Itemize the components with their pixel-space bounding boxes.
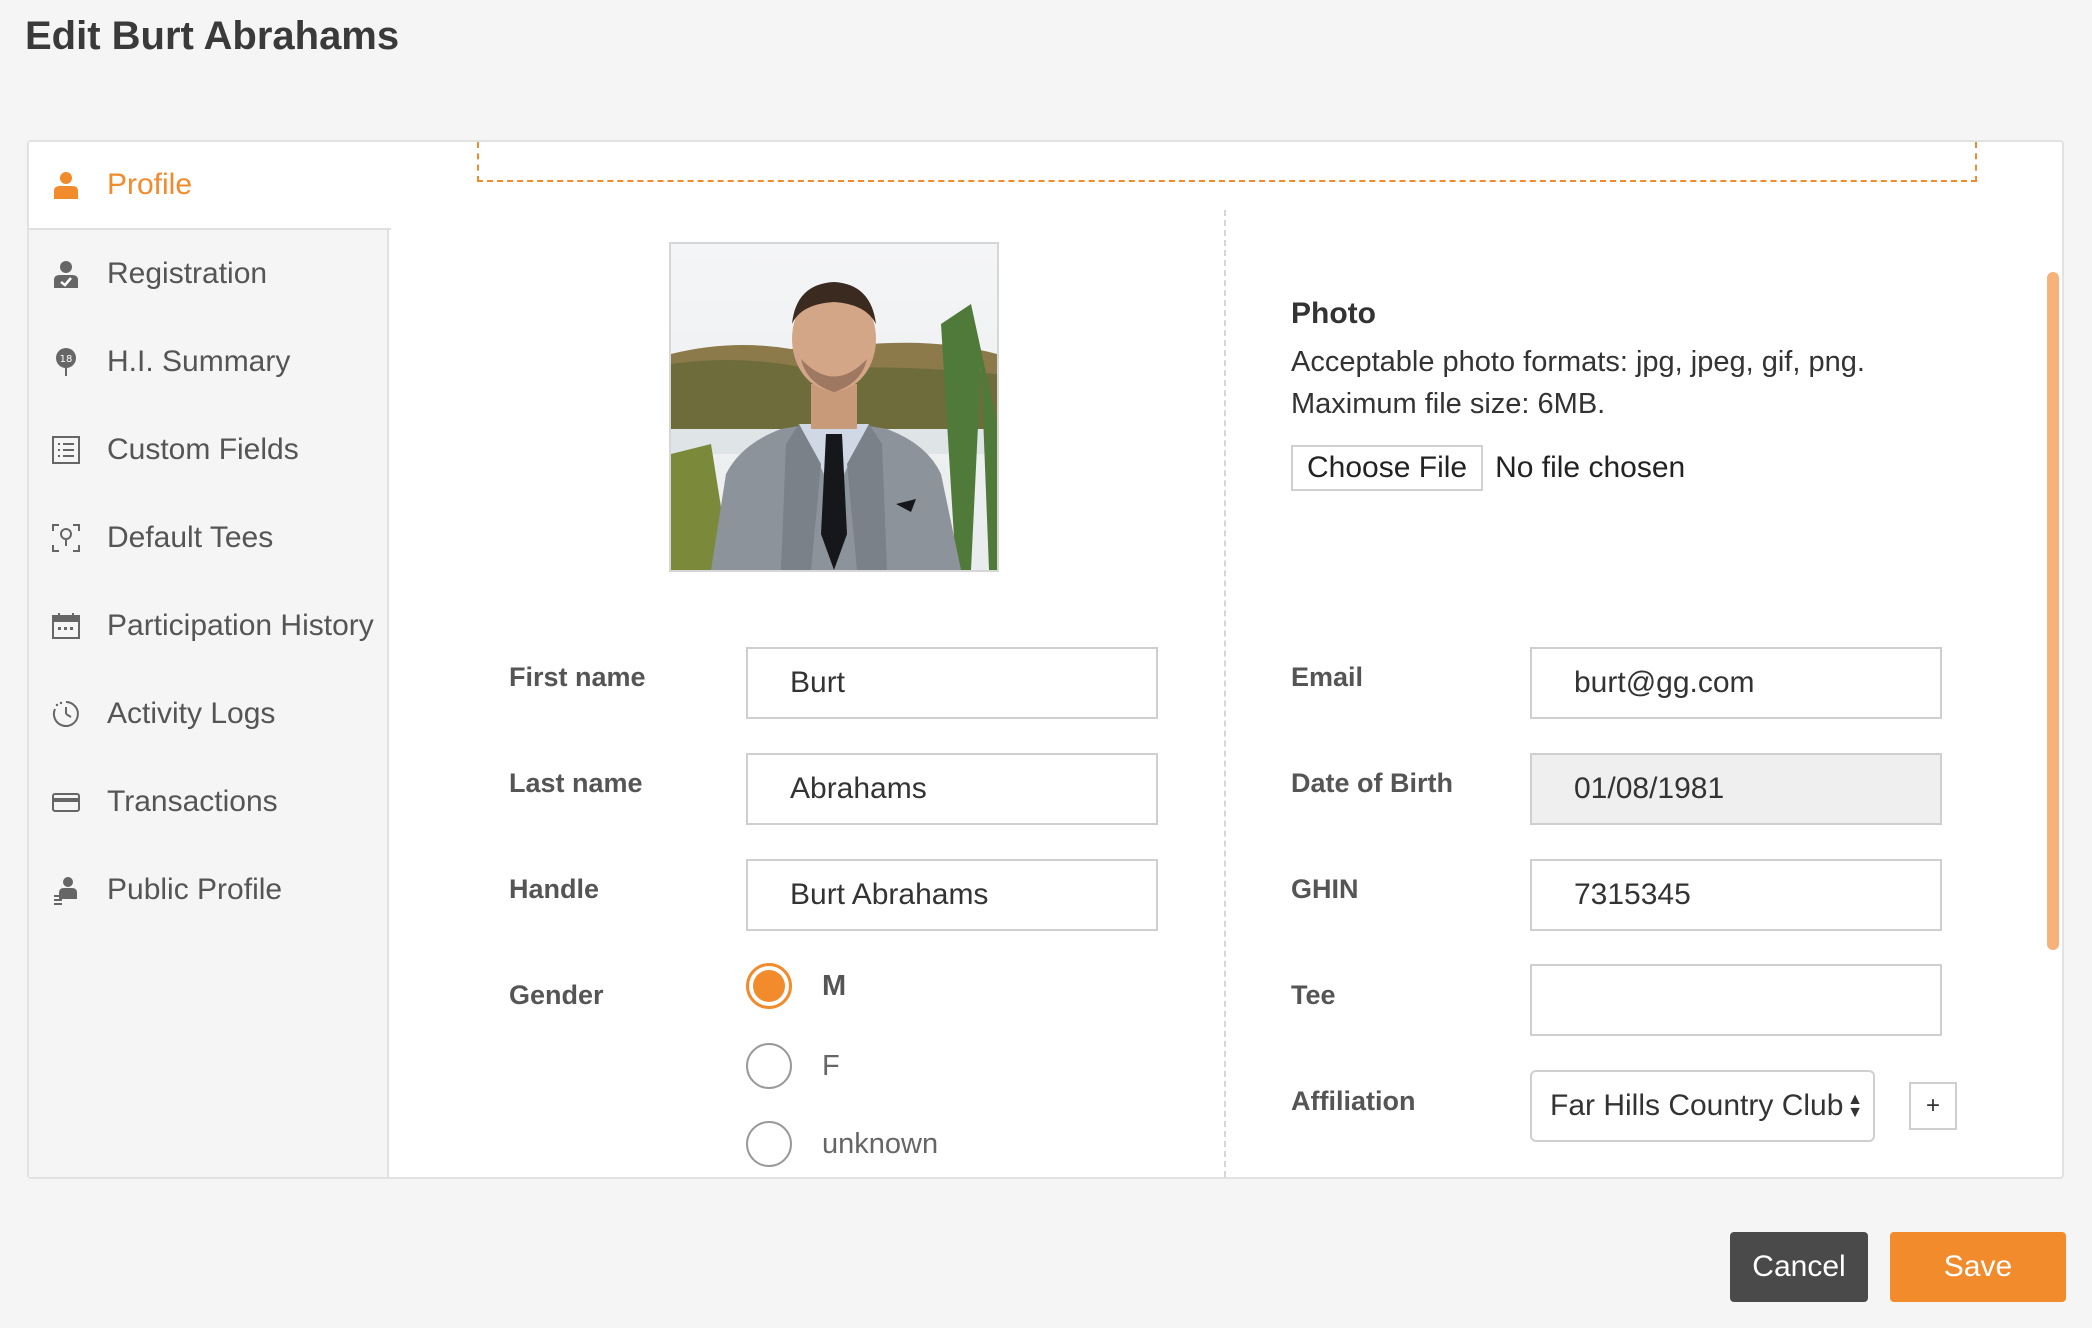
select-arrows-icon: ▲ ▼ xyxy=(1847,1091,1863,1121)
edit-panel: Profile Registration 18 H.I. Summary Cus… xyxy=(27,140,2064,1179)
column-divider xyxy=(1224,210,1226,1177)
save-button[interactable]: Save xyxy=(1890,1232,2066,1302)
tee-input[interactable] xyxy=(1530,964,1942,1036)
hole-18-flag-icon: 18 xyxy=(49,345,83,379)
radio-f[interactable] xyxy=(746,1043,792,1089)
radio-m[interactable] xyxy=(746,963,792,1009)
dashed-dropzone xyxy=(477,142,1977,182)
cancel-button[interactable]: Cancel xyxy=(1730,1232,1868,1302)
affiliation-selected-value: Far Hills Country Club xyxy=(1550,1089,1844,1122)
sidebar-item-transactions[interactable]: Transactions xyxy=(29,758,389,846)
sidebar-item-hi-summary[interactable]: 18 H.I. Summary xyxy=(29,318,389,406)
affiliation-label: Affiliation xyxy=(1291,1086,1416,1116)
person-check-icon xyxy=(49,257,83,291)
sidebar-item-profile[interactable]: Profile xyxy=(29,142,391,230)
sidebar-item-label: Transactions xyxy=(107,785,278,818)
svg-text:18: 18 xyxy=(60,354,73,365)
tee-label: Tee xyxy=(1291,980,1336,1010)
gender-option-f[interactable]: F xyxy=(746,1043,840,1089)
photo-info: Photo Acceptable photo formats: jpg, jpe… xyxy=(1291,297,1865,425)
gender-label: Gender xyxy=(509,980,604,1010)
last-name-label: Last name xyxy=(509,768,643,798)
photo-max-size-text: Maximum file size: 6MB. xyxy=(1291,388,1606,420)
sidebar-item-label: Default Tees xyxy=(107,521,274,554)
sidebar-item-registration[interactable]: Registration xyxy=(29,230,389,318)
dob-label: Date of Birth xyxy=(1291,768,1453,798)
ghin-label: GHIN xyxy=(1291,874,1359,904)
sidebar: Profile Registration 18 H.I. Summary Cus… xyxy=(29,142,391,1177)
radio-unknown[interactable] xyxy=(746,1121,792,1167)
add-affiliation-button[interactable]: + xyxy=(1909,1082,1957,1130)
ghin-input[interactable]: 7315345 xyxy=(1530,859,1942,931)
email-input[interactable]: burt@gg.com xyxy=(1530,647,1942,719)
sidebar-item-label: Activity Logs xyxy=(107,697,276,730)
sidebar-item-label: H.I. Summary xyxy=(107,345,291,378)
radio-label-m: M xyxy=(822,969,847,1002)
affiliation-select[interactable]: Far Hills Country Club ▲ ▼ xyxy=(1530,1070,1875,1142)
sidebar-item-default-tees[interactable]: Default Tees xyxy=(29,494,389,582)
list-icon xyxy=(49,433,83,467)
profile-photo xyxy=(669,242,999,572)
last-name-input[interactable]: Abrahams xyxy=(746,753,1158,825)
first-name-input[interactable]: Burt xyxy=(746,647,1158,719)
radio-label-f: F xyxy=(822,1049,840,1082)
sidebar-item-participation-history[interactable]: Participation History xyxy=(29,582,389,670)
first-name-label: First name xyxy=(509,662,646,692)
photo-title: Photo xyxy=(1291,297,1376,330)
sidebar-item-label: Profile xyxy=(107,168,193,201)
sidebar-item-activity-logs[interactable]: Activity Logs xyxy=(29,670,389,758)
choose-file-button[interactable]: Choose File xyxy=(1291,445,1484,491)
calendar-icon xyxy=(49,609,83,643)
radio-label-unknown: unknown xyxy=(822,1127,939,1160)
gender-option-unknown[interactable]: unknown xyxy=(746,1121,938,1167)
sidebar-item-custom-fields[interactable]: Custom Fields xyxy=(29,406,389,494)
sidebar-item-label: Custom Fields xyxy=(107,433,299,466)
sidebar-item-label: Public Profile xyxy=(107,873,283,906)
clock-icon xyxy=(49,697,83,731)
tee-icon xyxy=(49,521,83,555)
gender-option-m[interactable]: M xyxy=(746,963,846,1009)
photo-formats-text: Acceptable photo formats: jpg, jpeg, gif… xyxy=(1291,346,1865,378)
sidebar-item-label: Participation History xyxy=(107,609,374,642)
credit-card-icon xyxy=(49,785,83,819)
email-label: Email xyxy=(1291,662,1364,692)
scrollbar-thumb[interactable] xyxy=(2047,272,2059,950)
sidebar-item-public-profile[interactable]: Public Profile xyxy=(29,846,389,934)
person-icon xyxy=(49,168,83,202)
sidebar-item-label: Registration xyxy=(107,257,268,290)
profile-photo-image xyxy=(671,244,997,570)
file-picker: Choose File No file chosen xyxy=(1291,445,1685,491)
handle-label: Handle xyxy=(509,874,600,904)
dob-input[interactable]: 01/08/1981 xyxy=(1530,753,1942,825)
page-title: Edit Burt Abrahams xyxy=(25,14,400,58)
person-public-icon xyxy=(49,873,83,907)
handle-input[interactable]: Burt Abrahams xyxy=(746,859,1158,931)
file-status-text: No file chosen xyxy=(1495,451,1686,484)
